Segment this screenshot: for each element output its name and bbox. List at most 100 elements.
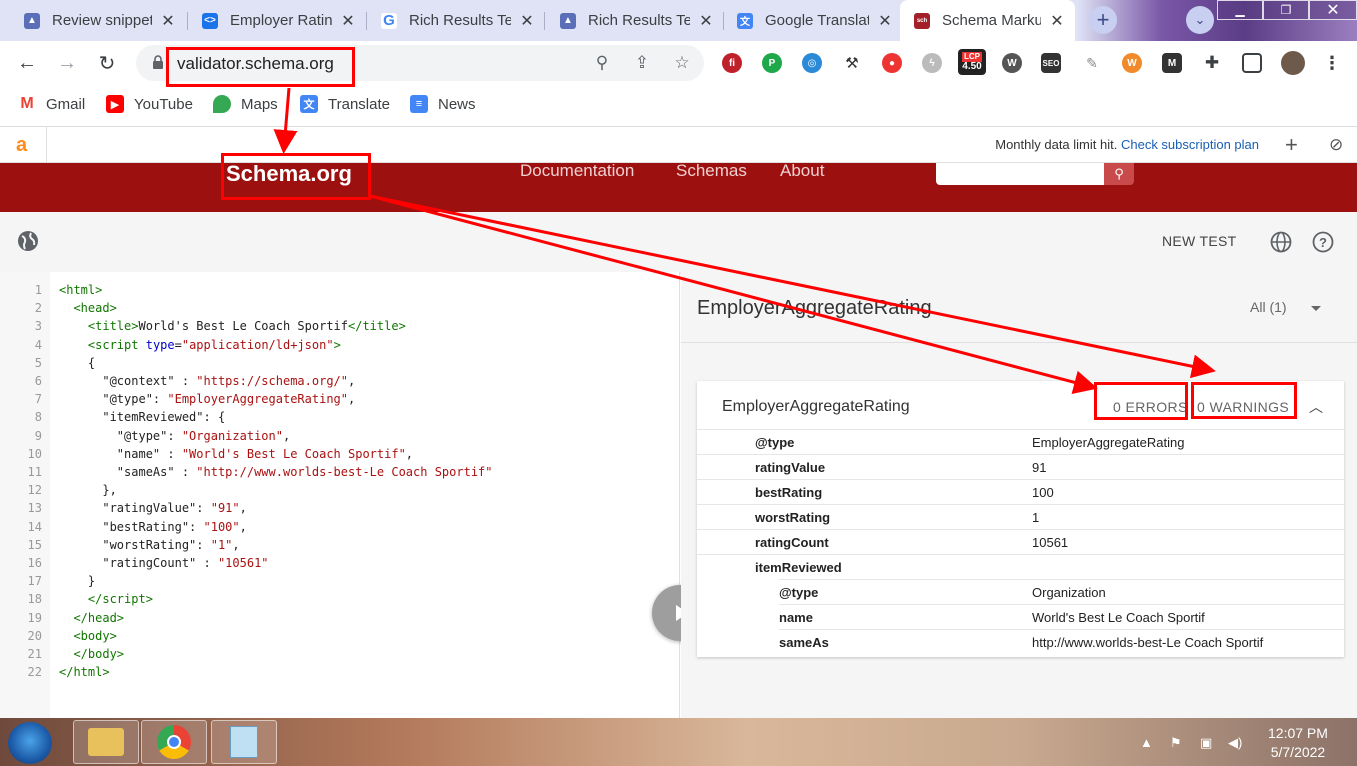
extension-bolt-icon[interactable]: ϟ [922, 53, 942, 73]
new-test-button[interactable]: NEW TEST [1162, 233, 1236, 249]
code-line[interactable]: "@type": "EmployerAggregateRating", [59, 390, 355, 408]
code-line[interactable]: "@context" : "https://schema.org/", [59, 372, 355, 390]
search-icon[interactable]: ⚲ [1104, 163, 1134, 185]
extension-fi-icon[interactable]: fi [722, 53, 742, 73]
line-number: 8 [34, 410, 42, 425]
side-panel-icon[interactable] [1242, 53, 1262, 73]
results-filter[interactable]: All (1) [1250, 299, 1287, 315]
ahrefs-logo[interactable]: a [16, 134, 27, 157]
extension-tool-icon[interactable]: ⚒ [842, 53, 862, 73]
line-number: 10 [27, 446, 42, 461]
bookmark-gmail[interactable]: M Gmail [18, 95, 85, 113]
bookmark-news[interactable]: ≡ News [410, 95, 476, 113]
plus-icon[interactable]: + [1285, 132, 1298, 158]
code-line[interactable]: <title>World's Best Le Coach Sportif</ti… [59, 317, 406, 335]
tab-rich-results-1[interactable]: G Rich Results Test ✕ [357, 0, 545, 41]
close-icon[interactable]: ✕ [160, 11, 176, 31]
wordpress-icon[interactable]: W [1002, 53, 1022, 73]
code-line[interactable]: </html> [59, 663, 110, 681]
code-line[interactable]: "ratingCount" : "10561" [59, 554, 268, 572]
code-line[interactable]: <head> [59, 299, 116, 317]
close-icon[interactable]: ✕ [519, 11, 535, 31]
code-line[interactable]: "worstRating": "1", [59, 536, 239, 554]
check-subscription-link[interactable]: Check subscription plan [1121, 137, 1259, 152]
property-key: ratingValue [755, 460, 826, 475]
code-line[interactable]: <body> [59, 627, 116, 645]
bookmark-translate[interactable]: 文 Translate [300, 95, 390, 113]
bookmark-youtube[interactable]: ▶ YouTube [106, 95, 193, 113]
nav-documentation[interactable]: Documentation [520, 161, 634, 181]
extension-seo-icon[interactable]: SEO [1041, 53, 1061, 73]
volume-icon[interactable]: ◀) [1228, 735, 1242, 751]
network-icon[interactable]: ▣ [1200, 735, 1212, 751]
chevron-down-icon[interactable] [1311, 306, 1321, 311]
zoom-icon[interactable]: ⚲ [591, 52, 613, 74]
property-row: itemReviewed [697, 554, 1344, 579]
forward-button[interactable]: → [54, 50, 80, 76]
tab-schema-markup[interactable]: sch Schema Markup ✕ [900, 0, 1075, 41]
code-line[interactable]: "itemReviewed": { [59, 408, 225, 426]
taskbar-notepad[interactable] [211, 720, 277, 764]
code-line[interactable]: "ratingValue": "91", [59, 499, 247, 517]
taskbar-chrome[interactable] [141, 720, 207, 764]
tab-review-snippet[interactable]: ▲ Review snippet ✕ [0, 0, 186, 41]
extension-globe-icon[interactable]: ◎ [802, 53, 822, 73]
code-line[interactable]: "bestRating": "100", [59, 518, 247, 536]
extension-p-icon[interactable]: P [762, 53, 782, 73]
nav-schemas[interactable]: Schemas [676, 161, 747, 181]
extension-wp-orange-icon[interactable]: W [1122, 53, 1142, 73]
nav-about[interactable]: About [780, 161, 824, 181]
results-panel: EmployerAggregateRating All (1) Employer… [681, 272, 1357, 718]
code-line[interactable]: </body> [59, 645, 124, 663]
tab-employer-rating[interactable]: <> Employer Rating ✕ [178, 0, 366, 41]
back-button[interactable]: ← [14, 50, 40, 76]
globe-icon[interactable] [17, 230, 39, 252]
extension-notes-icon[interactable]: ✎ [1082, 53, 1102, 73]
menu-kebab-icon[interactable]: ⋮ [1322, 53, 1342, 73]
reload-button[interactable]: ↻ [94, 50, 120, 76]
system-clock[interactable]: 12:07 PM 5/7/2022 [1268, 724, 1328, 762]
code-line[interactable]: { [59, 354, 95, 372]
taskbar-explorer[interactable] [73, 720, 139, 764]
close-window-button[interactable]: ✕ [1309, 0, 1357, 20]
flag-icon[interactable]: ⚑ [1170, 735, 1182, 751]
tab-search-button[interactable]: ⌄ [1186, 6, 1214, 34]
chevron-up-icon[interactable]: ︿ [1309, 397, 1323, 417]
close-icon[interactable]: ✕ [1049, 11, 1065, 31]
share-icon[interactable]: ⇪ [631, 52, 653, 74]
show-hidden-icons[interactable]: ▲ [1140, 735, 1153, 750]
close-icon[interactable]: ✕ [698, 11, 714, 31]
svg-text:?: ? [1319, 235, 1327, 250]
extensions-puzzle-icon[interactable]: ✚ [1202, 53, 1222, 73]
code-line[interactable]: <script type="application/ld+json"> [59, 336, 341, 354]
new-tab-button[interactable]: + [1089, 6, 1117, 34]
extension-pokeball-icon[interactable]: ● [882, 53, 902, 73]
line-number: 18 [27, 592, 42, 607]
language-icon[interactable] [1269, 230, 1293, 254]
code-line[interactable]: }, [59, 481, 116, 499]
bookmark-star-icon[interactable]: ☆ [671, 52, 693, 74]
code-line[interactable]: </head> [59, 609, 124, 627]
code-line[interactable]: "sameAs" : "http://www.worlds-best-Le Co… [59, 463, 493, 481]
code-line[interactable]: "name" : "World's Best Le Coach Sportif"… [59, 445, 413, 463]
minimize-button[interactable]: ▁ [1217, 0, 1263, 20]
bookmark-maps[interactable]: Maps [213, 95, 278, 113]
close-icon[interactable]: ✕ [340, 11, 356, 31]
site-search-input[interactable] [936, 163, 1104, 185]
code-line[interactable]: </script> [59, 590, 153, 608]
restore-button[interactable]: ❐ [1263, 0, 1309, 20]
help-icon[interactable]: ? [1311, 230, 1335, 254]
tab-rich-results-2[interactable]: ▲ Rich Results Test ✕ [536, 0, 724, 41]
code-editor[interactable]: 1 <html> 2 <head> 3 <title>World's Best Le … [0, 272, 680, 718]
disable-icon[interactable]: ⊘ [1329, 135, 1343, 155]
extension-m-icon[interactable]: M [1162, 53, 1182, 73]
code-line[interactable]: "@type": "Organization", [59, 427, 290, 445]
extension-lcp-badge[interactable]: LCP 4.50 [958, 49, 986, 75]
code-line[interactable]: <html> [59, 281, 102, 299]
card-title[interactable]: EmployerAggregateRating [722, 398, 910, 416]
avatar[interactable] [1281, 51, 1305, 75]
tab-google-translate[interactable]: 文 Google Translate ✕ [713, 0, 903, 41]
close-icon[interactable]: ✕ [877, 11, 893, 31]
code-line[interactable]: } [59, 572, 95, 590]
start-button[interactable] [8, 722, 52, 764]
